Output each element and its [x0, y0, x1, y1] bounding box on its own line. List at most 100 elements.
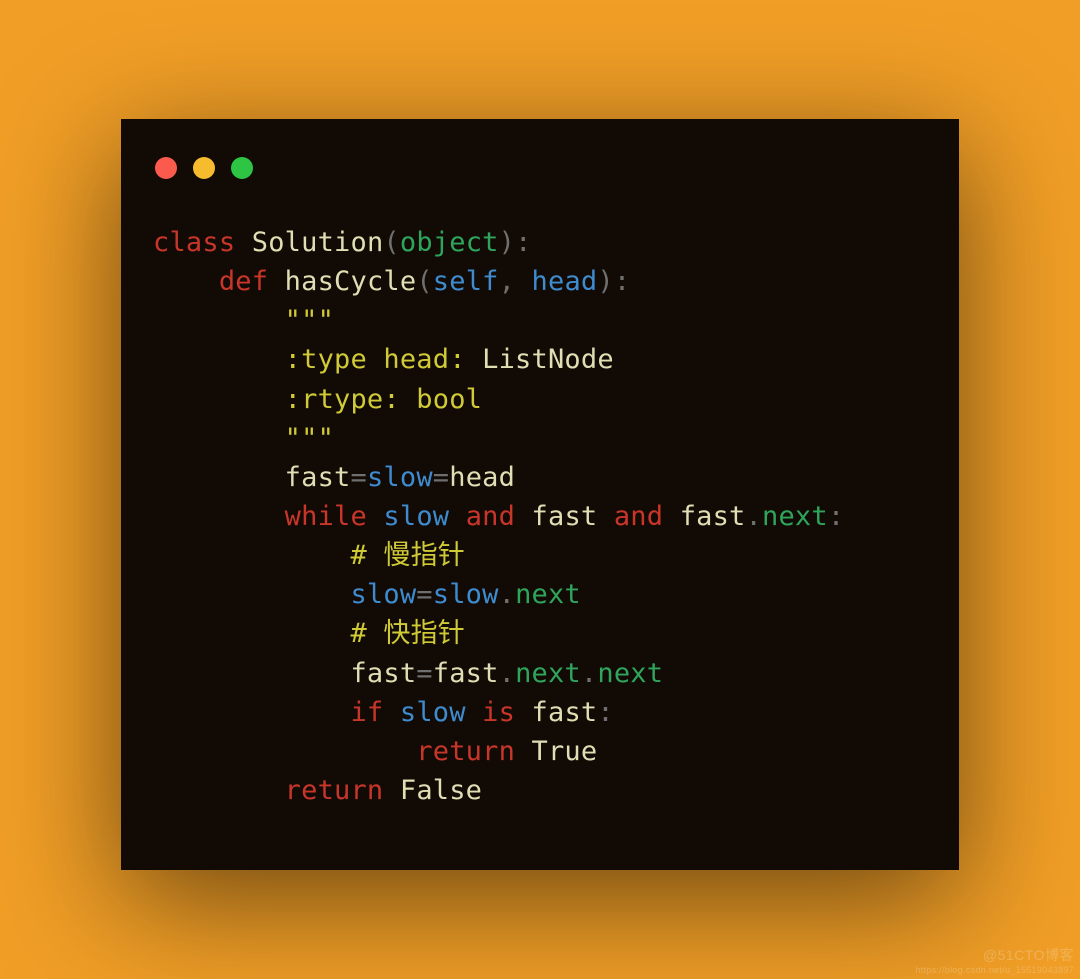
code-token: """ — [285, 305, 334, 336]
code-token: next — [515, 579, 581, 610]
code-token — [153, 579, 350, 610]
code-token: next — [597, 658, 663, 689]
code-line: return True — [153, 732, 927, 771]
code-line: # 慢指针 — [153, 536, 927, 575]
code-token: object — [400, 227, 499, 258]
window-dot-green-icon — [231, 157, 253, 179]
code-token: = — [416, 658, 432, 689]
code-token: ): — [499, 227, 532, 258]
code-token: """ — [285, 423, 334, 454]
code-line: fast=slow=head — [153, 458, 927, 497]
code-token: : — [828, 501, 844, 532]
code-token — [153, 462, 285, 493]
code-token: = — [433, 462, 449, 493]
code-token: = — [416, 579, 432, 610]
code-line: while slow and fast and fast.next: — [153, 497, 927, 536]
window-dot-red-icon — [155, 157, 177, 179]
code-token: return — [416, 736, 515, 767]
code-token: . — [499, 658, 515, 689]
code-token: Solution — [252, 227, 384, 258]
code-token: = — [350, 462, 366, 493]
code-token — [449, 501, 465, 532]
code-token — [153, 501, 285, 532]
code-token: is — [482, 697, 515, 728]
code-token: :type head: — [285, 344, 482, 375]
code-token: ): — [597, 266, 630, 297]
code-token: . — [581, 658, 597, 689]
code-token: . — [499, 579, 515, 610]
code-token — [515, 736, 531, 767]
code-token: fast — [532, 501, 598, 532]
code-line: """ — [153, 301, 927, 340]
code-token — [383, 775, 399, 806]
code-token — [235, 227, 251, 258]
code-token — [268, 266, 284, 297]
code-token: slow — [350, 579, 416, 610]
window-dots — [155, 157, 927, 179]
code-token — [153, 736, 416, 767]
code-token — [515, 697, 531, 728]
code-block: class Solution(object): def hasCycle(sel… — [153, 223, 927, 810]
code-line: slow=slow.next — [153, 575, 927, 614]
code-token: and — [466, 501, 515, 532]
code-token: if — [350, 697, 383, 728]
code-token: hasCycle — [285, 266, 417, 297]
code-token: def — [219, 266, 268, 297]
code-token: True — [532, 736, 598, 767]
code-token — [153, 618, 350, 649]
code-token: # 慢指针 — [350, 540, 465, 571]
code-token — [153, 658, 350, 689]
code-token: next — [762, 501, 828, 532]
code-token — [153, 540, 350, 571]
watermark-line-2: https://blog.csdn.net/u_15519043897 — [915, 965, 1074, 975]
code-token: # 快指针 — [350, 618, 465, 649]
code-token — [153, 305, 285, 336]
code-token — [663, 501, 679, 532]
code-token: head — [449, 462, 515, 493]
code-token — [153, 344, 285, 375]
code-token: return — [285, 775, 384, 806]
code-token — [153, 384, 285, 415]
code-token: fast — [285, 462, 351, 493]
code-token — [367, 501, 383, 532]
code-line: # 快指针 — [153, 614, 927, 653]
code-token — [383, 697, 399, 728]
code-card-shadow-wrap: class Solution(object): def hasCycle(sel… — [121, 119, 959, 870]
code-line: """ — [153, 419, 927, 458]
code-line: fast=fast.next.next — [153, 654, 927, 693]
code-token: :rtype: bool — [285, 384, 482, 415]
code-token: fast — [680, 501, 746, 532]
window-dot-yellow-icon — [193, 157, 215, 179]
code-card: class Solution(object): def hasCycle(sel… — [121, 119, 959, 870]
code-line: def hasCycle(self, head): — [153, 262, 927, 301]
code-token — [597, 501, 613, 532]
code-line: class Solution(object): — [153, 223, 927, 262]
code-token — [153, 266, 219, 297]
code-token: slow — [383, 501, 449, 532]
code-token: slow — [433, 579, 499, 610]
code-token — [153, 775, 285, 806]
code-token: and — [614, 501, 663, 532]
code-token: class — [153, 227, 235, 258]
code-token: ListNode — [482, 344, 614, 375]
code-token: fast — [532, 697, 598, 728]
code-line: :rtype: bool — [153, 380, 927, 419]
code-token: next — [515, 658, 581, 689]
code-token — [515, 501, 531, 532]
code-token: False — [400, 775, 482, 806]
code-token: fast — [350, 658, 416, 689]
code-line: if slow is fast: — [153, 693, 927, 732]
code-token: ( — [383, 227, 399, 258]
code-token: , — [499, 266, 532, 297]
code-token: ( — [416, 266, 432, 297]
code-token: self — [433, 266, 499, 297]
watermark-line-1: @51CTO博客 — [915, 945, 1074, 965]
code-line: :type head: ListNode — [153, 340, 927, 379]
code-token — [153, 423, 285, 454]
watermark: @51CTO博客 https://blog.csdn.net/u_1551904… — [915, 945, 1074, 975]
code-token: . — [746, 501, 762, 532]
code-token: slow — [400, 697, 466, 728]
code-token: while — [285, 501, 367, 532]
code-token: fast — [433, 658, 499, 689]
code-token: : — [597, 697, 613, 728]
